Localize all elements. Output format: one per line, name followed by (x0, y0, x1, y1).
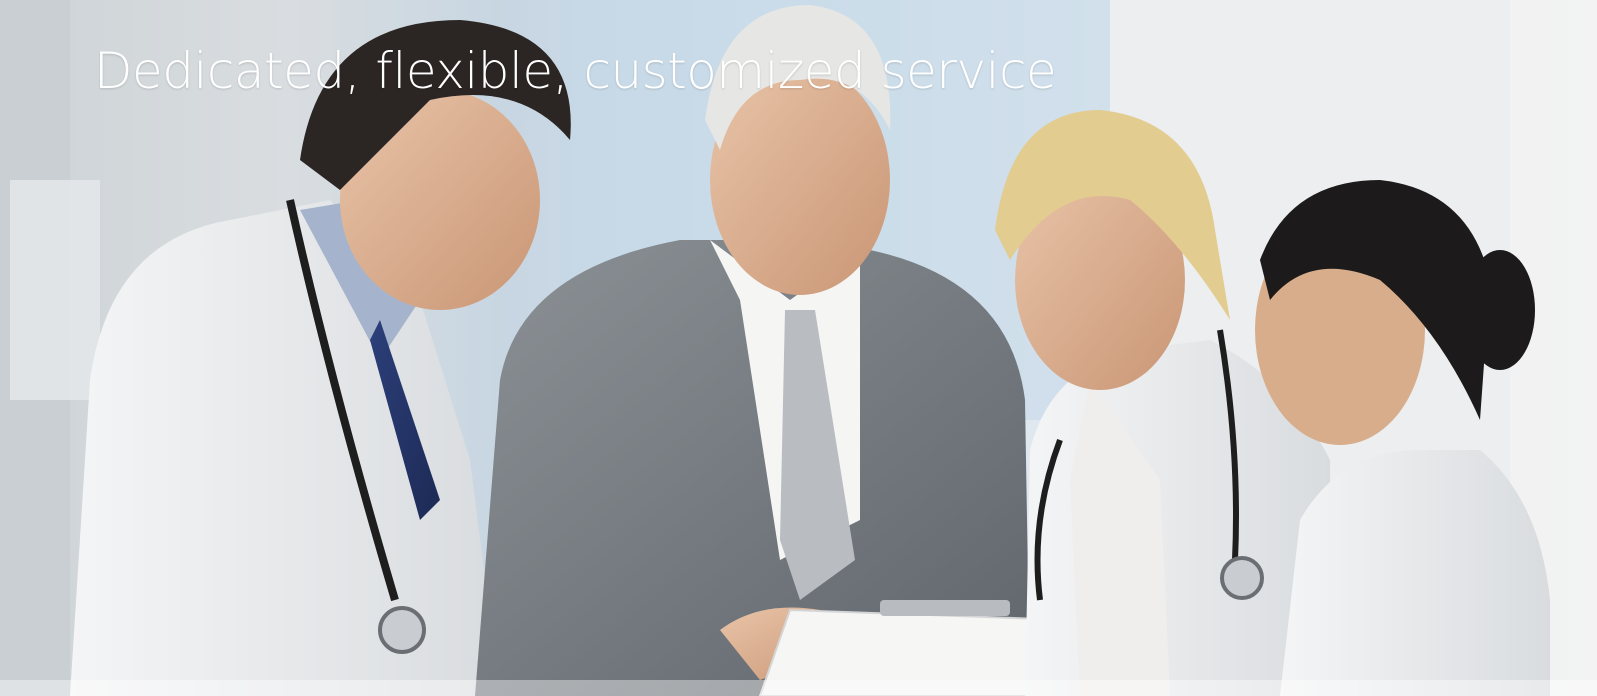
hero-banner: Dedicated, flexible, customized service (0, 0, 1597, 696)
hero-photo (0, 0, 1597, 696)
background-panel (10, 180, 100, 400)
hero-headline: Dedicated, flexible, customized service (94, 42, 1057, 100)
